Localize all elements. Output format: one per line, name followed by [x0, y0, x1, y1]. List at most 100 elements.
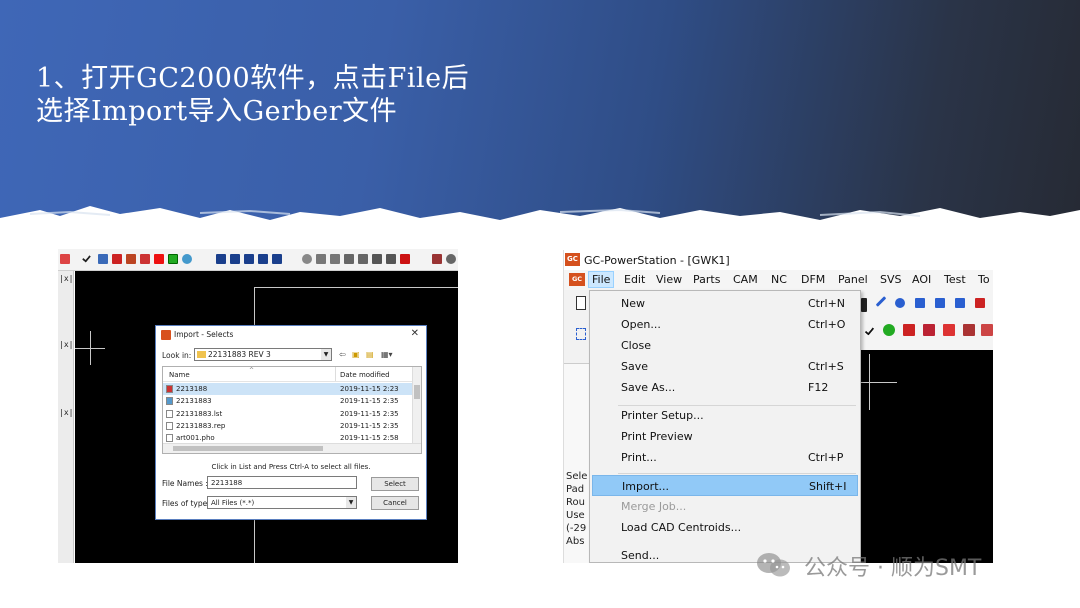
app-titlebar: GC GC-PowerStation - [GWK1]: [564, 250, 993, 270]
toolbar-icon[interactable]: [140, 254, 150, 264]
menu-parts[interactable]: Parts: [693, 273, 720, 286]
select-button[interactable]: Select: [371, 477, 419, 491]
files-of-type-select[interactable]: All Files (*.*) ▼: [207, 496, 357, 509]
view-menu-icon[interactable]: ▦▾: [381, 350, 393, 359]
toolbar-icon[interactable]: [895, 298, 905, 308]
up-folder-icon[interactable]: ▣: [352, 350, 360, 359]
toolbar-icon[interactable]: [154, 254, 164, 264]
toolbar-icon[interactable]: [316, 254, 326, 264]
checkmark-icon[interactable]: [864, 325, 875, 336]
menu-svs[interactable]: SVS: [880, 273, 902, 286]
toolbar-icon[interactable]: [923, 324, 935, 336]
file-date: 2019-11-15 2:23: [340, 385, 399, 393]
toolbar-icon[interactable]: [903, 324, 915, 336]
files-of-type-value: All Files (*.*): [211, 499, 255, 507]
file-menu-item[interactable]: Save As... F12: [592, 377, 858, 398]
look-in-dropdown[interactable]: 22131883 REV 3 ▼: [194, 348, 332, 361]
horizontal-scrollbar[interactable]: [163, 443, 421, 453]
toolbar-icon[interactable]: [955, 298, 965, 308]
cad-canvas[interactable]: [861, 350, 993, 563]
toolbar-icon[interactable]: [372, 254, 382, 264]
menu-bar: GC File Edit View Parts CAM NC DFM Panel…: [564, 270, 993, 290]
side-marker[interactable]: |x|: [59, 408, 73, 417]
menu-aoi[interactable]: AOI: [912, 273, 931, 286]
toolbar-icon[interactable]: [935, 298, 945, 308]
toolbar-icon[interactable]: [981, 324, 993, 336]
close-icon[interactable]: ✕: [411, 328, 419, 339]
file-menu-item[interactable]: Printer Setup...: [592, 405, 858, 426]
menu-file[interactable]: File: [588, 271, 615, 288]
files-of-type-label: Files of type:: [162, 499, 210, 508]
toolbar-icon[interactable]: [861, 298, 867, 312]
menu-tools[interactable]: To: [978, 273, 990, 286]
info-line: Sele: [566, 471, 588, 482]
new-folder-icon[interactable]: ▤: [366, 350, 374, 359]
toolbar-icon[interactable]: [126, 254, 136, 264]
side-marker[interactable]: |x|: [59, 340, 73, 349]
toolbar-icon[interactable]: [98, 254, 108, 264]
toolbar-icon[interactable]: [302, 254, 312, 264]
file-menu-item[interactable]: Save Ctrl+S: [592, 356, 858, 377]
file-row[interactable]: 22131883.rep 2019-11-15 2:35: [163, 420, 413, 432]
file-menu-item[interactable]: Print Preview: [592, 426, 858, 447]
file-row[interactable]: 2213188 2019-11-15 2:23: [163, 383, 413, 395]
column-header-date[interactable]: Date modified: [340, 371, 390, 379]
toolbar-icon[interactable]: [258, 254, 268, 264]
toolbar-icon[interactable]: [216, 254, 226, 264]
side-marker[interactable]: |x|: [59, 274, 73, 283]
file-icon: [166, 409, 173, 418]
pencil-icon[interactable]: [875, 296, 887, 307]
menu-nc[interactable]: NC: [771, 273, 787, 286]
vertical-scrollbar[interactable]: [412, 367, 421, 443]
toolbar-icon[interactable]: [975, 298, 985, 308]
toolbar-icon[interactable]: [168, 254, 178, 264]
file-list[interactable]: Name ^ Date modified 2213188 2019-11-15 2…: [162, 366, 422, 454]
menu-view[interactable]: View: [656, 273, 682, 286]
toolbar-icon[interactable]: [386, 254, 396, 264]
toolbar-icon[interactable]: [60, 254, 70, 264]
file-row[interactable]: 22131883 2019-11-15 2:35: [163, 395, 413, 407]
chevron-down-icon[interactable]: ▼: [321, 349, 331, 360]
toolbar-icon[interactable]: [576, 328, 586, 340]
toolbar-icon[interactable]: [963, 324, 975, 336]
toolbar-icon[interactable]: [432, 254, 442, 264]
toolbar-icon[interactable]: [230, 254, 240, 264]
menu-edit[interactable]: Edit: [624, 273, 645, 286]
toolbar-icon[interactable]: [943, 324, 955, 336]
file-menu-item[interactable]: Print... Ctrl+P: [592, 447, 858, 468]
file-names-input[interactable]: 2213188: [207, 476, 357, 489]
gc-logo-icon[interactable]: GC: [569, 273, 585, 286]
toolbar-icon[interactable]: [883, 324, 895, 336]
toolbar-icon[interactable]: [182, 254, 192, 264]
toolbar-icon[interactable]: [272, 254, 282, 264]
toolbar-icon[interactable]: [344, 254, 354, 264]
toolbar-icon[interactable]: [330, 254, 340, 264]
menu-cam[interactable]: CAM: [733, 273, 758, 286]
toolbar-icon[interactable]: [576, 296, 586, 310]
cancel-button[interactable]: Cancel: [371, 496, 419, 510]
column-header-name[interactable]: Name: [169, 371, 190, 379]
file-menu-item[interactable]: Load CAD Centroids...: [592, 517, 858, 538]
menu-dfm[interactable]: DFM: [801, 273, 825, 286]
toolbar-icon[interactable]: [400, 254, 410, 264]
toolbar-icon[interactable]: [112, 254, 122, 264]
file-menu-item[interactable]: Close: [592, 335, 858, 356]
info-line: Pad: [566, 484, 585, 495]
file-menu-item[interactable]: Open... Ctrl+O: [592, 314, 858, 335]
menu-test[interactable]: Test: [944, 273, 966, 286]
file-menu-item[interactable]: New Ctrl+N: [592, 293, 858, 314]
scroll-thumb[interactable]: [173, 446, 323, 451]
toolbar-icon[interactable]: [446, 254, 456, 264]
menu-panel[interactable]: Panel: [838, 273, 868, 286]
back-arrow-icon[interactable]: ⇦: [339, 350, 346, 359]
right-toolbar: [861, 290, 993, 350]
scroll-thumb[interactable]: [414, 385, 420, 399]
checkmark-icon[interactable]: [82, 253, 91, 263]
toolbar-icon[interactable]: [244, 254, 254, 264]
toolbar-icon[interactable]: [915, 298, 925, 308]
file-row[interactable]: 22131883.lst 2019-11-15 2:35: [163, 408, 413, 420]
chevron-down-icon[interactable]: ▼: [346, 497, 356, 508]
toolbar-icon[interactable]: [358, 254, 368, 264]
file-menu-item[interactable]: Import... Shift+I: [592, 475, 858, 496]
info-line: Use: [566, 510, 585, 521]
